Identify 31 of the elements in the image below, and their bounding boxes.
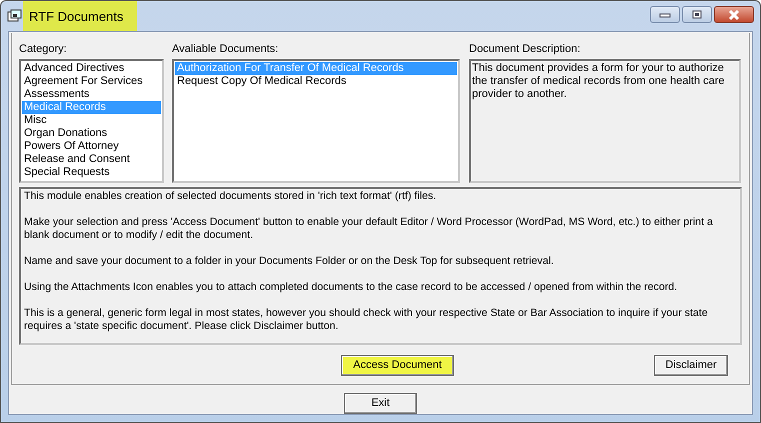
maximize-icon — [691, 10, 703, 20]
category-label: Category: — [19, 43, 68, 56]
exit-button[interactable]: Exit — [344, 393, 417, 414]
info-paragraph: Using the Attachments Icon enables you to attach completed documents to the case record to be accessed / opened from within the record. — [24, 281, 678, 294]
minimize-icon — [659, 12, 671, 18]
documents-label: Avaliable Documents: — [172, 43, 280, 56]
documents-list[interactable]: Authorization For Transfer Of Medical Records Request Copy Of Medical Records — [172, 59, 460, 183]
list-item[interactable]: Misc — [22, 114, 161, 127]
info-paragraph: Make your selection and press 'Access Document' button to enable your default Editor / Word Processor (WordPad, MS Word, etc.) to either print a blank document or to modify / edit the document. — [24, 216, 714, 242]
info-paragraph: This is a general, generic form legal in most states, however you should check with your respective State or Bar Association to inquire if your state requires a 'state specific document'. Please click Disclaimer button. — [24, 307, 709, 333]
close-button[interactable] — [714, 6, 754, 23]
list-item[interactable]: Request Copy Of Medical Records — [175, 75, 457, 88]
info-paragraph: This module enables creation of selected documents stored in 'rich text format' (rtf) files. — [24, 190, 438, 203]
list-item[interactable]: Powers Of Attorney — [22, 140, 161, 153]
category-list[interactable]: Advanced Directives Agreement For Services Assessments Medical Records Misc Organ Donations Powers Of Attorney Release and Consent Special Requests — [19, 59, 164, 183]
list-item[interactable]: Release and Consent — [22, 153, 161, 166]
list-item[interactable]: Special Requests — [22, 166, 161, 179]
description-paragraph: This document provides a form for your to authorize the transfer of medical records from one health care provider to another. — [472, 62, 725, 100]
list-item[interactable]: Organ Donations — [22, 127, 161, 140]
list-item[interactable]: Assessments — [22, 88, 161, 101]
minimize-button[interactable] — [650, 6, 680, 23]
description-label: Document Description: — [469, 43, 582, 56]
info-paragraph: Name and save your document to a folder in your Documents Folder or on the Desk Top for subsequent retrieval. — [24, 255, 555, 268]
list-item[interactable]: Agreement For Services — [22, 75, 161, 88]
app-icon — [7, 9, 23, 23]
window-title: RTF Documents — [23, 1, 138, 31]
access-document-button[interactable]: Access Document — [341, 354, 454, 376]
maximize-button[interactable] — [682, 6, 712, 23]
close-icon — [727, 10, 741, 20]
list-item[interactable]: Advanced Directives — [22, 62, 161, 75]
disclaimer-button[interactable]: Disclaimer — [654, 354, 728, 376]
